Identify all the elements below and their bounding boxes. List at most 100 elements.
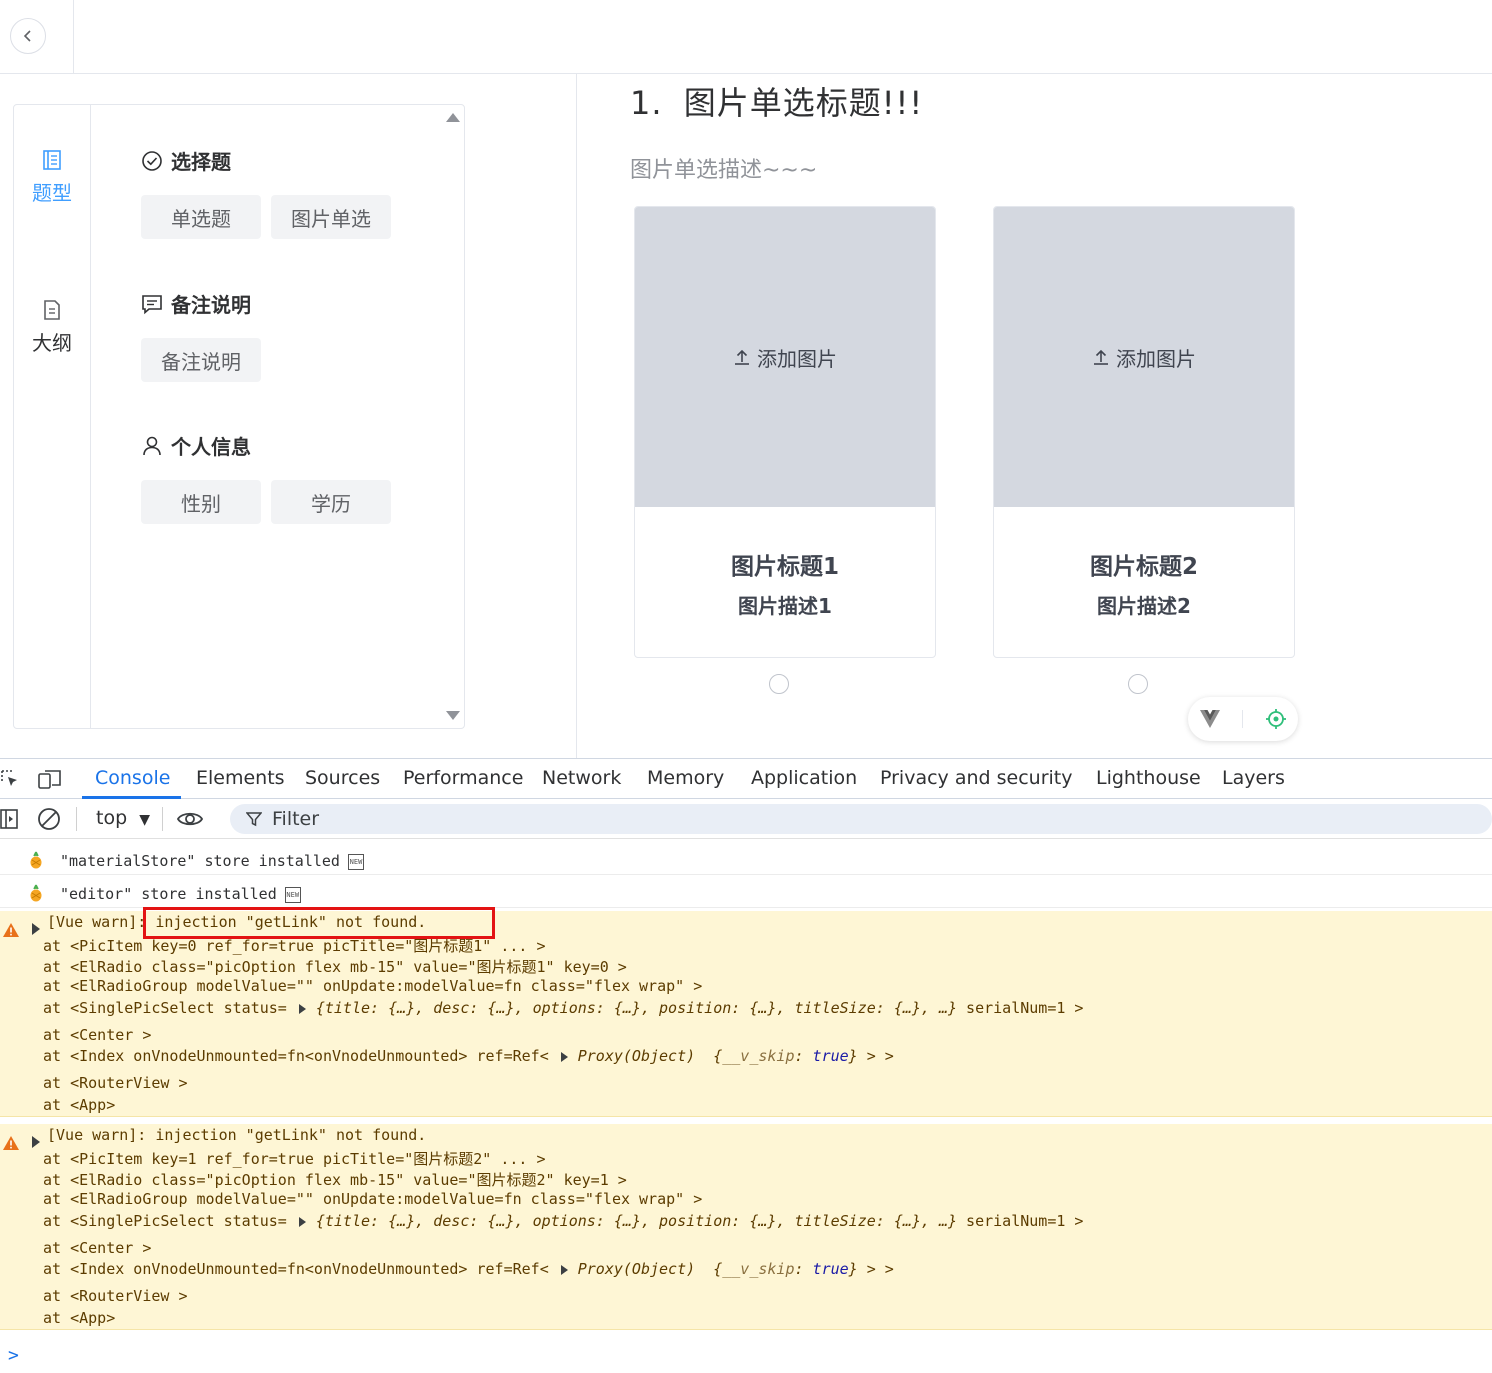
top-bar	[0, 0, 1492, 74]
stack-line[interactable]: at <PicItem key=1 ref_for=true picTitle=…	[43, 1148, 546, 1169]
tab-network[interactable]: Network	[542, 767, 621, 789]
material-picture-single-choice[interactable]: 图片单选	[271, 195, 391, 239]
warning-prefix: [Vue warn]:	[47, 1126, 156, 1144]
pineapple-icon	[28, 884, 44, 906]
stack-text: at <Index onVnodeUnmounted=fn<onVnodeUnm…	[43, 1260, 549, 1278]
vue-devtools-float	[1188, 697, 1298, 741]
console-log: "editor" store installed NEW	[0, 876, 1492, 908]
stack-line-index[interactable]: at <Index onVnodeUnmounted=fn<onVnodeUnm…	[43, 1260, 894, 1278]
new-badge: NEW	[347, 853, 364, 870]
material-gender[interactable]: 性别	[141, 480, 261, 524]
stack-text: > >	[857, 1047, 894, 1065]
option-radio[interactable]	[1128, 674, 1148, 694]
tab-memory[interactable]: Memory	[647, 767, 724, 789]
toolbar-separator	[76, 807, 77, 831]
expand-arrow-icon[interactable]	[32, 923, 40, 935]
picture-option-title[interactable]: 图片标题2	[994, 547, 1294, 581]
group-title-personal-info: 个人信息	[141, 431, 251, 460]
expand-arrow-icon[interactable]	[32, 1136, 40, 1148]
stack-text: > >	[857, 1260, 894, 1278]
annotation-highlight-box	[143, 907, 495, 939]
stack-line-index[interactable]: at <Index onVnodeUnmounted=fn<onVnodeUnm…	[43, 1047, 894, 1065]
stack-text: at <SinglePicSelect status=	[43, 999, 287, 1017]
picture-option-desc[interactable]: 图片描述2	[994, 590, 1294, 619]
user-icon	[143, 436, 161, 455]
picture-option-card: 添加图片 图片标题2 图片描述2	[993, 206, 1295, 658]
log-message: "editor" store installed	[60, 885, 277, 903]
material-education[interactable]: 学历	[271, 480, 391, 524]
tab-console[interactable]: Console	[95, 767, 170, 789]
stack-line[interactable]: at <Center >	[43, 1026, 151, 1044]
proxy-object: Proxy(Object) {__v_skip: true}	[577, 1260, 858, 1278]
status-object: {title: {…}, desc: {…}, options: {…}, po…	[315, 999, 958, 1017]
tab-sources[interactable]: Sources	[305, 767, 380, 789]
material-single-choice[interactable]: 单选题	[141, 195, 261, 239]
vue-logo-icon[interactable]	[1199, 709, 1221, 729]
sidebar-toggle-icon[interactable]	[0, 808, 20, 830]
log-message: "materialStore" store installed	[60, 852, 340, 870]
stack-line[interactable]: at <ElRadio class="picOption flex mb-15"…	[43, 1169, 627, 1190]
message-icon	[142, 294, 162, 314]
tab-layers[interactable]: Layers	[1222, 767, 1285, 789]
picture-option-card: 添加图片 图片标题1 图片描述1	[634, 206, 936, 658]
expand-arrow-icon[interactable]	[298, 1003, 306, 1014]
log-text: "editor" store installed NEW	[60, 885, 301, 903]
console-log: "materialStore" store installed NEW	[0, 843, 1492, 875]
stack-line[interactable]: at <RouterView >	[43, 1287, 188, 1305]
stack-line[interactable]: at <Center >	[43, 1239, 151, 1257]
picture-option-desc[interactable]: 图片描述1	[635, 590, 935, 619]
document-icon	[44, 300, 60, 320]
expand-arrow-icon[interactable]	[560, 1264, 568, 1275]
stack-line[interactable]: at <RouterView >	[43, 1074, 188, 1092]
eye-icon[interactable]	[176, 809, 204, 829]
stack-text: serialNum=1 >	[957, 1212, 1084, 1230]
side-tab-outline[interactable]: 大纲	[14, 299, 90, 356]
console-prompt[interactable]: >	[8, 1345, 19, 1366]
tab-lighthouse[interactable]: Lighthouse	[1096, 767, 1201, 789]
context-selector[interactable]: top ▼	[96, 807, 150, 829]
side-tab-label: 大纲	[32, 331, 72, 355]
console-warning: [Vue warn]: injection "getLink" not foun…	[0, 1124, 1492, 1330]
back-button[interactable]	[10, 18, 46, 54]
filter-input[interactable]: Filter	[230, 804, 1492, 834]
tab-elements[interactable]: Elements	[196, 767, 285, 789]
proxy-object: Proxy(Object) {__v_skip: true}	[577, 1047, 858, 1065]
stack-line[interactable]: at <ElRadioGroup modelValue="" onUpdate:…	[43, 977, 702, 995]
object-value: true	[812, 1047, 849, 1065]
stack-line-status[interactable]: at <SinglePicSelect status= {title: {…}, …	[43, 999, 1083, 1017]
tab-privacy-security[interactable]: Privacy and security	[880, 767, 1072, 789]
stack-line[interactable]: at <ElRadio class="picOption flex mb-15"…	[43, 956, 627, 977]
question-title[interactable]: 1. 图片单选标题!!!	[630, 78, 923, 124]
stack-line[interactable]: at <App>	[43, 1309, 115, 1327]
group-title-label: 备注说明	[171, 293, 251, 317]
pineapple-icon	[28, 851, 44, 873]
stack-line[interactable]: at <ElRadioGroup modelValue="" onUpdate:…	[43, 1190, 702, 1208]
scroll-down-arrow[interactable]	[446, 711, 460, 720]
proxy-label: Proxy(Object)	[577, 1047, 696, 1065]
stack-line[interactable]: at <App>	[43, 1096, 115, 1114]
tab-performance[interactable]: Performance	[403, 767, 523, 789]
tab-application[interactable]: Application	[751, 767, 857, 789]
upload-icon	[1094, 349, 1108, 365]
add-picture-button[interactable]: 添加图片	[994, 207, 1294, 507]
scroll-up-arrow[interactable]	[446, 113, 460, 122]
clear-console-icon[interactable]	[37, 807, 61, 831]
warning-icon	[3, 1136, 19, 1150]
side-tab-question-types[interactable]: 题型	[14, 149, 90, 206]
expand-arrow-icon[interactable]	[298, 1216, 306, 1227]
add-picture-label: 添加图片	[1116, 346, 1196, 371]
device-toolbar-icon[interactable]	[38, 768, 62, 790]
picture-option-title[interactable]: 图片标题1	[635, 547, 935, 581]
add-picture-button[interactable]: 添加图片	[635, 207, 935, 507]
object-key: __v_skip	[722, 1047, 795, 1065]
inspect-element-icon[interactable]	[0, 769, 20, 789]
expand-arrow-icon[interactable]	[560, 1051, 568, 1062]
question-description[interactable]: 图片单选描述~~~	[630, 152, 817, 184]
option-radio[interactable]	[769, 674, 789, 694]
add-picture-label: 添加图片	[757, 346, 837, 371]
material-note[interactable]: 备注说明	[141, 338, 261, 382]
side-tab-label: 题型	[32, 181, 72, 205]
panel-divider	[576, 74, 577, 758]
inspector-target-icon[interactable]	[1265, 708, 1287, 730]
stack-line-status[interactable]: at <SinglePicSelect status= {title: {…}, …	[43, 1212, 1083, 1230]
